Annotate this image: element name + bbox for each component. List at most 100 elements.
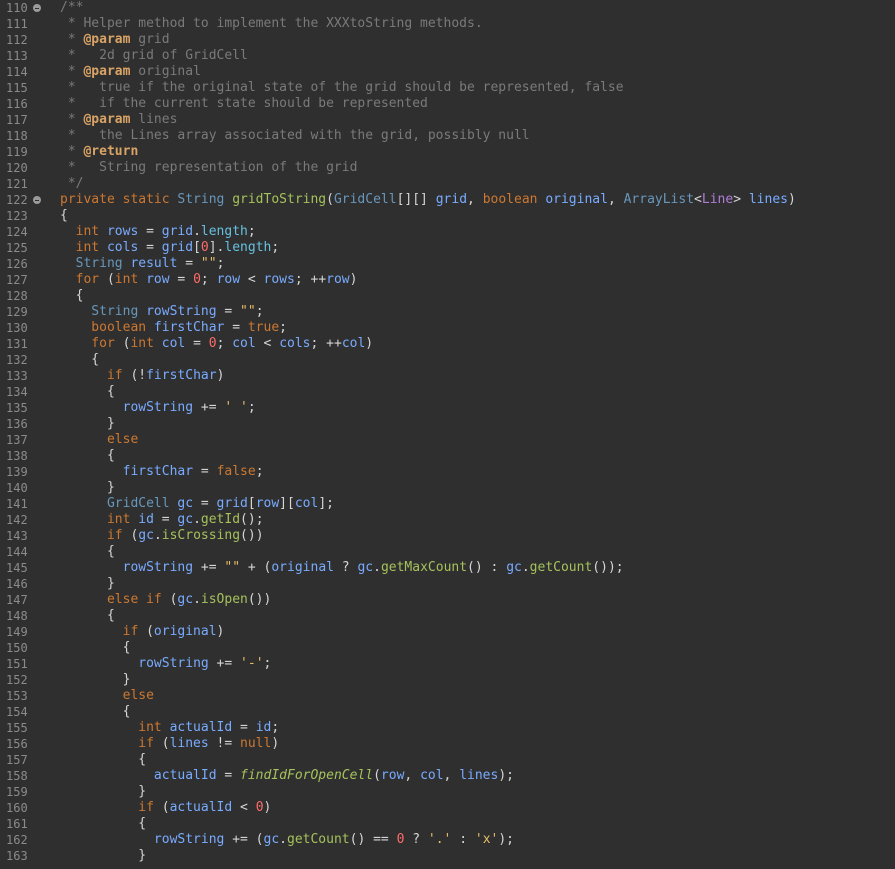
code-line[interactable]: 113 * 2d grid of GridCell — [0, 48, 895, 64]
code-line[interactable]: 141 GridCell gc = grid[row][col]; — [0, 496, 895, 512]
line-number: 117 — [6, 113, 28, 127]
code-token: = — [193, 496, 217, 511]
code-line[interactable]: 128 { — [0, 288, 895, 304]
code-token: getCount — [529, 560, 593, 575]
code-line[interactable]: 115 * true if the original state of the … — [0, 80, 895, 96]
code-line[interactable]: 126 String result = ""; — [0, 256, 895, 272]
code-line[interactable]: 161 { — [0, 816, 895, 832]
line-number: 159 — [6, 785, 28, 799]
code-line[interactable]: 144 { — [0, 544, 895, 560]
code-line[interactable]: 138 { — [0, 448, 895, 464]
code-line[interactable]: 158 actualId = findIdForOpenCell(row, co… — [0, 768, 895, 784]
code-line[interactable]: 123 { — [0, 208, 895, 224]
code-token: { — [60, 704, 131, 719]
code-line[interactable]: 159 } — [0, 784, 895, 800]
code-line[interactable]: 121 */ — [0, 176, 895, 192]
code-line[interactable]: 151 rowString += '-'; — [0, 656, 895, 672]
code-line[interactable]: 148 { — [0, 608, 895, 624]
code-line[interactable]: 160 if (actualId < 0) — [0, 800, 895, 816]
code-line[interactable]: 125 int cols = grid[0].length; — [0, 240, 895, 256]
code-line[interactable]: 153 else — [0, 688, 895, 704]
code-line[interactable]: 149 if (original) — [0, 624, 895, 640]
code-line[interactable]: 147 else if (gc.isOpen()) — [0, 592, 895, 608]
code-token: GridCell — [333, 192, 397, 207]
code-text: * String representation of the grid — [60, 160, 358, 176]
code-token: row — [216, 272, 241, 287]
code-line[interactable]: 130 boolean firstChar = true; — [0, 320, 895, 336]
code-token: original — [153, 624, 217, 639]
code-token: @return — [83, 144, 139, 159]
code-token: { — [60, 352, 100, 367]
code-token: ; — [271, 240, 280, 255]
code-token: { — [60, 640, 131, 655]
code-token: ) — [365, 336, 374, 351]
code-line[interactable]: 132 { — [0, 352, 895, 368]
code-line[interactable]: 122 private static String gridToString(Gr… — [0, 192, 895, 208]
code-token: cols — [106, 240, 139, 255]
line-number: 144 — [6, 545, 28, 559]
code-line[interactable]: 119 * @return — [0, 144, 895, 160]
line-number: 147 — [6, 593, 28, 607]
code-token: = — [224, 320, 248, 335]
code-text: * true if the original state of the grid… — [60, 80, 624, 96]
code-line[interactable]: 111 * Helper method to implement the XXX… — [0, 16, 895, 32]
code-line[interactable]: 135 rowString += ' '; — [0, 400, 895, 416]
code-line[interactable]: 110 /** — [0, 0, 895, 16]
code-line[interactable]: 117 * @param lines — [0, 112, 895, 128]
code-line[interactable]: 143 if (gc.isCrossing()) — [0, 528, 895, 544]
code-line[interactable]: 129 String rowString = ""; — [0, 304, 895, 320]
code-line[interactable]: 112 * @param grid — [0, 32, 895, 48]
line-number: 140 — [6, 481, 28, 495]
code-token: firstChar — [146, 368, 217, 383]
code-line[interactable]: 114 * @param original — [0, 64, 895, 80]
code-token: grid — [161, 224, 194, 239]
line-number: 141 — [6, 497, 28, 511]
code-line[interactable]: 157 { — [0, 752, 895, 768]
code-token: gc — [506, 560, 522, 575]
code-text: */ — [60, 176, 84, 192]
line-number: 157 — [6, 753, 28, 767]
code-text: { — [60, 288, 84, 304]
code-line[interactable]: 127 for (int row = 0; row < rows; ++row) — [0, 272, 895, 288]
code-line[interactable]: 137 else — [0, 432, 895, 448]
code-token: = — [193, 464, 217, 479]
code-line[interactable]: 118 * the Lines array associated with th… — [0, 128, 895, 144]
code-token: ; — [263, 656, 272, 671]
code-line[interactable]: 124 int rows = grid.length; — [0, 224, 895, 240]
code-token: . — [193, 592, 201, 607]
line-number: 133 — [6, 369, 28, 383]
code-line[interactable]: 162 rowString += (gc.getCount() == 0 ? '… — [0, 832, 895, 848]
code-text: String rowString = ""; — [60, 304, 264, 320]
code-token: ]; — [318, 496, 334, 511]
code-line[interactable]: 154 { — [0, 704, 895, 720]
code-token: ; — [255, 304, 264, 319]
code-token: lines — [748, 192, 788, 207]
fold-toggle-icon[interactable] — [33, 196, 41, 204]
code-line[interactable]: 116 * if the current state should be rep… — [0, 96, 895, 112]
code-line[interactable]: 140 } — [0, 480, 895, 496]
code-line[interactable]: 163 } — [0, 848, 895, 864]
line-number: 124 — [6, 225, 28, 239]
code-line[interactable]: 146 } — [0, 576, 895, 592]
code-line[interactable]: 120 * String representation of the grid — [0, 160, 895, 176]
code-line[interactable]: 150 { — [0, 640, 895, 656]
code-line[interactable]: 152 } — [0, 672, 895, 688]
code-line[interactable]: 145 rowString += "" + (original ? gc.get… — [0, 560, 895, 576]
code-text: } — [60, 480, 115, 496]
code-token: getId — [200, 512, 241, 527]
code-line[interactable]: 133 if (!firstChar) — [0, 368, 895, 384]
code-line[interactable]: 131 for (int col = 0; col < cols; ++col) — [0, 336, 895, 352]
code-line[interactable]: 134 { — [0, 384, 895, 400]
code-token: actualId — [153, 768, 217, 783]
code-line[interactable]: 139 firstChar = false; — [0, 464, 895, 480]
line-number: 120 — [6, 161, 28, 175]
code-line[interactable]: 155 int actualId = id; — [0, 720, 895, 736]
code-line[interactable]: 136 } — [0, 416, 895, 432]
code-line[interactable]: 142 int id = gc.getId(); — [0, 512, 895, 528]
line-number: 156 — [6, 737, 28, 751]
code-editor[interactable]: 110/** 111 * Helper method to implement t… — [0, 0, 895, 869]
fold-toggle-icon[interactable] — [33, 4, 41, 12]
line-number: 149 — [6, 625, 28, 639]
code-line[interactable]: 156 if (lines != null) — [0, 736, 895, 752]
code-text: actualId = findIdForOpenCell(row, col, l… — [60, 768, 514, 784]
